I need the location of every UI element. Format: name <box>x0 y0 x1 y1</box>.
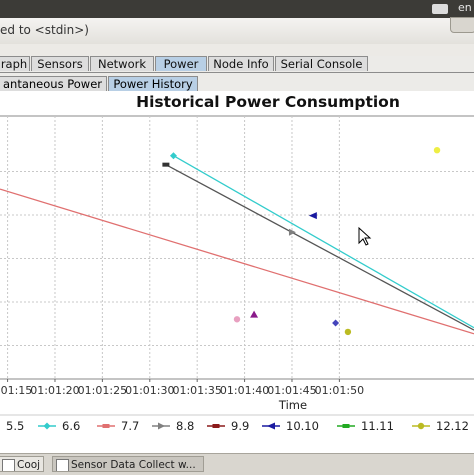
x-tick-label: 01:01:40 <box>220 384 269 397</box>
subtab-instantaneous-power[interactable]: antaneous Power <box>0 76 107 91</box>
x-tick-label: 01:01:45 <box>267 384 316 397</box>
taskbar-item-label: Sensor Data Collect w... <box>71 459 196 471</box>
legend-label: 12.12 <box>436 419 469 433</box>
x-tick-label: 01:01:50 <box>315 384 364 397</box>
tab-graph[interactable]: raph <box>0 56 30 71</box>
x-axis-label: Time <box>278 398 307 412</box>
window-title-bar: ed to <stdin>) <box>0 17 474 45</box>
legend-marker <box>212 424 220 428</box>
window-restore-button[interactable] <box>450 17 474 33</box>
keyboard-icon[interactable] <box>432 4 448 14</box>
chart-legend: 5.5 6.6 7.7 8.8 9.9 10.10 11.11 12.12 <box>6 419 469 433</box>
x-tick-label: 01:01:20 <box>30 384 79 397</box>
legend-label: 9.9 <box>231 419 249 433</box>
data-point-marker <box>344 328 352 336</box>
legend-marker <box>43 422 51 430</box>
legend-marker <box>342 424 350 428</box>
legend-marker <box>417 422 425 430</box>
subtab-power-history[interactable]: Power History <box>108 76 198 91</box>
data-point-marker <box>233 316 241 323</box>
taskbar: Cooj Sensor Data Collect w... <box>0 453 474 475</box>
x-tick-label: 01:01:15 <box>0 384 32 397</box>
system-top-bar: en <box>0 0 474 18</box>
legend-label: 6.6 <box>62 419 80 433</box>
legend-label: 11.11 <box>361 419 394 433</box>
tab-sensors[interactable]: Sensors <box>31 56 89 71</box>
chart-title: Historical Power Consumption <box>136 93 400 111</box>
legend-label: 10.10 <box>286 419 319 433</box>
taskbar-item-cooja[interactable]: Cooj <box>0 456 44 472</box>
tab-power[interactable]: Power <box>155 56 207 71</box>
taskbar-item-label: Cooj <box>17 459 41 471</box>
tab-serial-console[interactable]: Serial Console <box>275 56 368 71</box>
x-axis-ticks: 01:01:1501:01:2001:01:2501:01:3001:01:35… <box>0 379 364 397</box>
legend-label: 8.8 <box>176 419 194 433</box>
x-tick-label: 01:01:25 <box>78 384 127 397</box>
x-tick-label: 01:01:35 <box>172 384 221 397</box>
language-indicator[interactable]: en <box>458 1 472 14</box>
tab-node-info[interactable]: Node Info <box>208 56 274 71</box>
tab-network[interactable]: Network <box>90 56 154 71</box>
window-title: ed to <stdin>) <box>0 23 89 37</box>
x-tick-label: 01:01:30 <box>125 384 174 397</box>
tab-divider <box>0 72 474 73</box>
legend-marker <box>267 422 275 430</box>
legend-marker <box>102 424 110 428</box>
app-icon <box>56 459 69 471</box>
taskbar-item-sensor-data[interactable]: Sensor Data Collect w... <box>52 456 204 472</box>
legend-label: 7.7 <box>121 419 139 433</box>
data-point-marker <box>433 146 441 154</box>
power-history-chart: Historical Power Consumption 01:01:1501:… <box>0 93 474 433</box>
legend-marker <box>158 422 165 430</box>
plot-area <box>0 115 474 380</box>
data-point-marker <box>162 162 170 167</box>
app-icon <box>2 459 15 471</box>
menu-strip <box>0 44 474 56</box>
legend-label: 5.5 <box>6 419 24 433</box>
